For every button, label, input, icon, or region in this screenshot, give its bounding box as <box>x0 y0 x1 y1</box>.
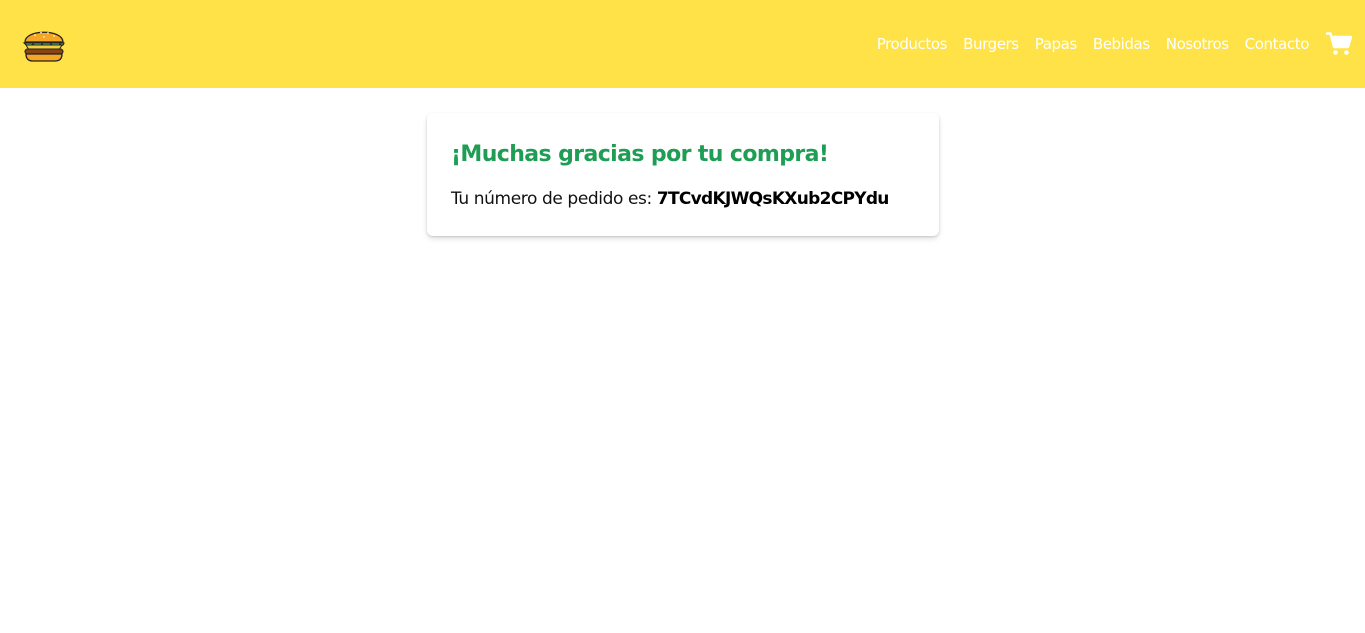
nav-item: Burgers <box>963 34 1019 54</box>
navbar: Productos Burgers Papas Bebidas Nosotros… <box>0 0 1365 88</box>
nav-item: Bebidas <box>1093 34 1150 54</box>
cart-button[interactable] <box>1326 32 1352 56</box>
thank-you-title: ¡Muchas gracias por tu compra! <box>451 142 829 167</box>
burger-icon <box>22 31 65 62</box>
order-number-line: Tu número de pedido es: 7TCvdKJWQsKXub2C… <box>451 188 889 210</box>
nav-link-burgers[interactable]: Burgers <box>963 34 1019 54</box>
nav-item: Contacto <box>1245 34 1310 54</box>
order-number-label: Tu número de pedido es: <box>451 189 652 209</box>
logo[interactable] <box>21 23 67 65</box>
nav-item: Papas <box>1035 34 1077 54</box>
nav-link-papas[interactable]: Papas <box>1035 34 1077 54</box>
nav-link-contacto[interactable]: Contacto <box>1245 34 1310 54</box>
order-confirmation-card: ¡Muchas gracias por tu compra! Tu número… <box>427 113 939 236</box>
shopping-cart-icon <box>1326 32 1352 55</box>
nav-item: Nosotros <box>1166 34 1229 54</box>
nav-links: Productos Burgers Papas Bebidas Nosotros… <box>877 0 1310 88</box>
order-number-value: 7TCvdKJWQsKXub2CPYdu <box>656 189 890 209</box>
nav-link-nosotros[interactable]: Nosotros <box>1166 34 1229 54</box>
nav-item: Productos <box>877 34 948 54</box>
nav-link-bebidas[interactable]: Bebidas <box>1093 34 1150 54</box>
nav-link-productos[interactable]: Productos <box>877 34 948 54</box>
